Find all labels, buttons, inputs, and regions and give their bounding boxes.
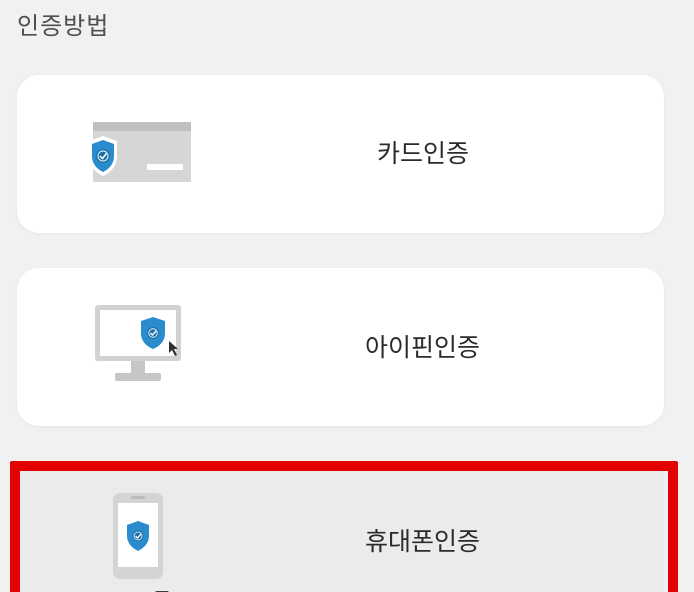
ipin-auth-label: 아이핀인증 <box>365 333 481 362</box>
card-auth-option[interactable]: 카드인증 <box>17 75 664 233</box>
ipin-auth-option[interactable]: 아이핀인증 <box>17 268 664 426</box>
auth-method-screen: 인증방법 카드인증 아이핀인증 휴대폰인증 <box>0 0 694 592</box>
phone-auth-option[interactable]: 휴대폰인증 <box>17 471 664 592</box>
phone-shield-icon <box>109 491 169 592</box>
card-auth-label: 카드인증 <box>377 139 470 168</box>
section-title: 인증방법 <box>17 12 110 40</box>
monitor-shield-cursor-icon <box>93 303 189 387</box>
phone-auth-label: 휴대폰인증 <box>365 527 481 556</box>
credit-card-shield-icon <box>85 118 195 190</box>
